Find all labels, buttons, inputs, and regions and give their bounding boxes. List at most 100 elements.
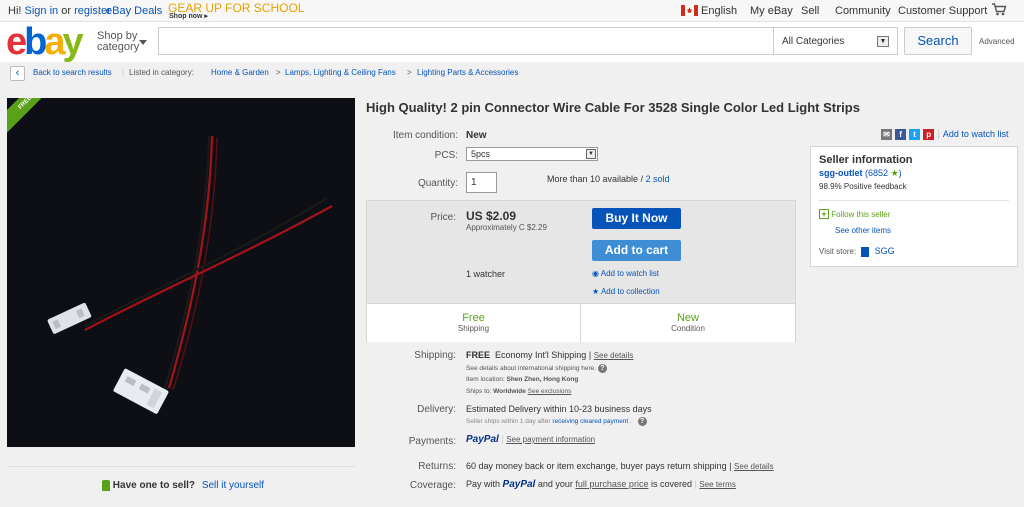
coverage-row: Pay with PayPal and your full purchase p… (466, 479, 736, 490)
connector-cable-image (47, 135, 333, 414)
logo-letter-e: e (6, 21, 27, 63)
add-to-watch-list-top-link[interactable]: Add to watch list (943, 129, 1009, 139)
quantity-input[interactable]: 1 (466, 172, 497, 193)
shipping-free: FREE (466, 350, 491, 360)
divider: | (501, 434, 504, 444)
logo-letter-b: b (24, 21, 47, 63)
condition-label: Item condition: (392, 130, 458, 141)
seller-heading: Seller information (819, 154, 913, 166)
ebay-deals-link[interactable]: eBay Deals (106, 5, 162, 17)
see-other-items-link[interactable]: See other items (835, 226, 891, 235)
back-to-search-link[interactable]: Back to search results (33, 68, 112, 77)
help-icon[interactable]: ? (637, 417, 647, 426)
chevron-down-icon (139, 40, 147, 45)
star-icon: ★ (592, 287, 600, 296)
search-input[interactable] (158, 27, 774, 55)
advanced-search-link[interactable]: Advanced (979, 37, 1015, 46)
feedback-score-link[interactable]: (6852 (865, 168, 888, 178)
intl-shipping-note: See details about international shipping… (466, 364, 607, 373)
back-arrow-icon[interactable]: ‹ (10, 66, 25, 81)
returns-value: 60 day money back or item exchange, buye… (466, 461, 727, 471)
see-terms-link[interactable]: See terms (699, 480, 735, 489)
promo-shop-now[interactable]: Shop now ▸ (169, 12, 208, 20)
category-select[interactable]: All Categories ▼ (774, 27, 898, 55)
badge-free-text: Free (462, 312, 485, 324)
free-shipping-badge: Free Shipping (367, 304, 581, 342)
customer-support-link[interactable]: Customer Support (898, 5, 987, 17)
coverage-a: Pay with (466, 479, 501, 489)
badge-shipping-text: Shipping (457, 324, 490, 333)
store-icon (861, 246, 870, 257)
or-text: or (61, 5, 71, 17)
divider: | (122, 68, 125, 77)
watcher-count: 1 watcher (466, 269, 506, 279)
email-icon[interactable]: ✉ (881, 128, 892, 140)
see-payment-link[interactable]: See payment information (506, 435, 595, 444)
header: ebay Shop by category All Categories ▼ S… (0, 22, 1024, 62)
shop-by-category-button[interactable]: Shop by category (97, 31, 139, 53)
positive-feedback: 98.9% Positive feedback (819, 182, 907, 191)
breadcrumb: ‹ Back to search results | Listed in cat… (0, 62, 1024, 86)
divider: | (694, 479, 697, 489)
top-nav-bar: Hi! Sign in or register | eBay Deals GEA… (0, 0, 1024, 22)
product-image[interactable]: FREE SHIPPING (7, 98, 355, 447)
quantity-label: Quantity: (417, 178, 458, 189)
sell-prompt: Have one to sell? Sell it yourself (102, 480, 264, 491)
delivery-note-b: . (630, 418, 632, 426)
my-ebay-link[interactable]: My eBay (750, 5, 793, 17)
share-icons: ✉ f t p | Add to watch list (881, 128, 1008, 140)
payments-row: PayPal | See payment information (466, 434, 595, 445)
add-collection-text: Add to collection (600, 287, 660, 296)
returns-see-details-link[interactable]: See details (734, 462, 774, 471)
language-link[interactable]: English (701, 5, 737, 17)
see-exclusions-link[interactable]: See exclusions (528, 388, 572, 395)
coverage-label: Coverage: (409, 480, 456, 491)
sold-count-link[interactable]: 2 sold (646, 174, 670, 184)
breadcrumb-home-garden[interactable]: Home & Garden (211, 68, 269, 77)
ebay-logo[interactable]: ebay (6, 21, 84, 63)
ships-to-value: Worldwide (493, 388, 526, 395)
add-to-cart-button[interactable]: Add to cart (592, 240, 681, 261)
twitter-icon[interactable]: t (909, 128, 921, 140)
full-purchase-price-link[interactable]: full purchase price (575, 479, 648, 489)
badge-condition-text: Condition (671, 324, 705, 333)
paypal-logo: PayPal (502, 479, 536, 490)
follow-seller-link[interactable]: + Follow this seller (819, 209, 890, 219)
add-to-collection-link[interactable]: ★ Add to collection (592, 287, 660, 296)
sign-in-link[interactable]: Sign in (25, 5, 59, 17)
pcs-select-value: 5pcs (471, 149, 491, 159)
eye-icon: ◉ (592, 269, 599, 278)
payments-label: Payments: (408, 436, 456, 447)
store-link[interactable]: SGG (875, 246, 895, 256)
select-arrow-icon: ▼ (586, 149, 596, 159)
coverage-b: and your (537, 479, 573, 489)
cart-icon[interactable] (991, 3, 1007, 19)
delivery-label: Delivery: (417, 404, 456, 415)
breadcrumb-lighting-parts[interactable]: Lighting Parts & Accessories (417, 68, 518, 77)
seller-name-link[interactable]: sgg-outlet (819, 168, 863, 178)
pcs-select[interactable]: 5pcs ▼ (466, 147, 598, 161)
sell-question: Have one to sell? (112, 480, 196, 492)
community-link[interactable]: Community (835, 5, 891, 17)
help-icon[interactable]: ? (597, 364, 607, 373)
sell-link[interactable]: Sell (801, 5, 819, 17)
greeting-text: Hi! (8, 5, 22, 17)
shipping-see-details-link[interactable]: See details (594, 351, 634, 360)
canada-flag-icon (681, 5, 698, 19)
facebook-icon[interactable]: f (895, 128, 907, 140)
delivery-note-a: Seller ships within 1 day after (466, 418, 551, 426)
star-icon: ★ (890, 168, 899, 178)
available-text: More than 10 available (547, 174, 639, 184)
breadcrumb-lamps[interactable]: Lamps, Lighting & Ceiling Fans (285, 68, 396, 77)
shipping-row: FREE Economy Int'l Shipping | See detail… (466, 350, 633, 360)
add-to-watch-list-link[interactable]: ◉ Add to watch list (592, 269, 659, 278)
shipping-label: Shipping: (414, 350, 456, 361)
sell-it-yourself-link[interactable]: Sell it yourself (202, 480, 264, 491)
follow-text: Follow this seller (831, 210, 891, 219)
pinterest-icon[interactable]: p (923, 128, 935, 140)
buy-it-now-button[interactable]: Buy It Now (592, 208, 681, 229)
returns-row: 60 day money back or item exchange, buye… (466, 461, 774, 471)
search-button[interactable]: Search (904, 27, 972, 55)
price-label: Price: (430, 212, 456, 223)
cleared-payment-link[interactable]: receiving cleared payment (552, 418, 628, 425)
